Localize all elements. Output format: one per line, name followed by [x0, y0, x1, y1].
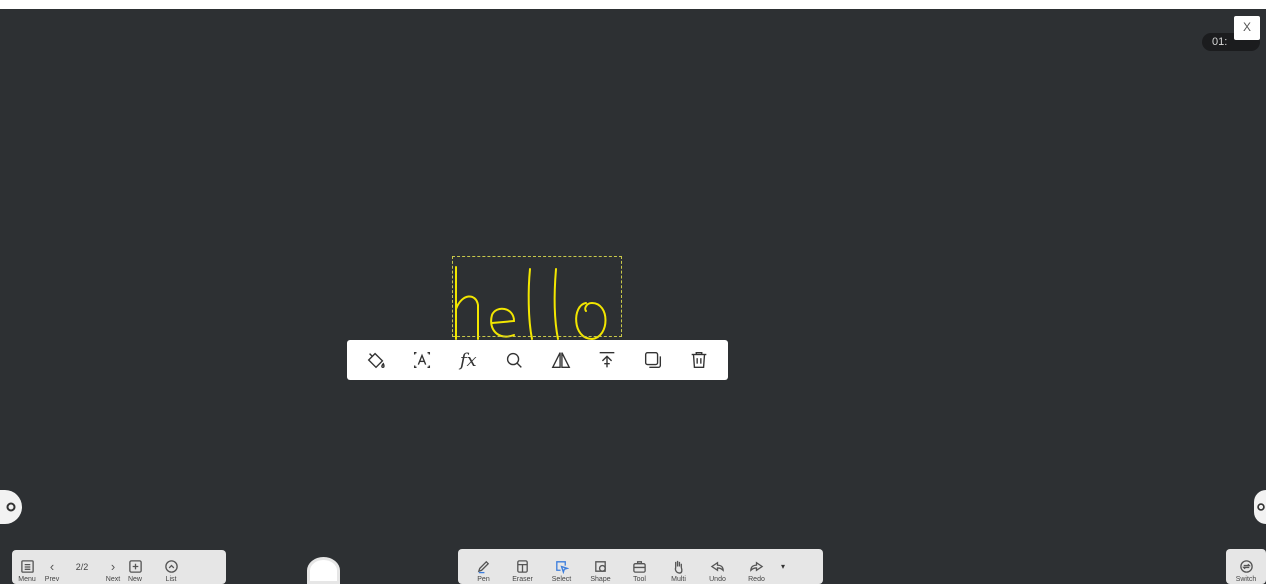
selection-box: [452, 256, 622, 337]
chevron-up-circle-icon: [164, 559, 178, 573]
new-page-button[interactable]: New: [124, 550, 146, 584]
mirror-icon[interactable]: [547, 346, 575, 374]
multi-label: Multi: [671, 576, 686, 583]
page-indicator: 2/2: [75, 562, 89, 572]
select-label: Select: [551, 576, 572, 583]
floating-circle-button[interactable]: [307, 557, 340, 584]
hand-icon: [674, 560, 683, 574]
multi-touch-button[interactable]: Multi: [659, 550, 698, 584]
page-navigation-panel: Menu ‹ Prev 2/2 › Next New List: [12, 550, 226, 584]
redo-icon: [750, 561, 764, 572]
chevron-right-icon: ›: [110, 558, 116, 574]
timer-text: 01:: [1212, 36, 1228, 48]
pen-icon: [477, 560, 490, 573]
undo-label: Undo: [709, 576, 726, 583]
redo-button[interactable]: Redo: [737, 550, 776, 584]
undo-icon: [710, 561, 724, 572]
eraser-icon: [517, 559, 528, 573]
bring-to-top-icon[interactable]: [593, 346, 621, 374]
list-button[interactable]: List: [146, 550, 196, 584]
shape-label: Shape: [590, 576, 611, 583]
formula-icon[interactable]: fx: [454, 346, 482, 374]
list-label: List: [165, 576, 177, 583]
main-toolbar: Pen Eraser Select Shape Tool Multi Undo …: [458, 549, 823, 584]
gear-icon: [1257, 503, 1265, 511]
prev-label: Prev: [44, 576, 60, 583]
redo-label: Redo: [748, 576, 765, 583]
select-cursor-icon: [556, 560, 569, 574]
duplicate-icon[interactable]: [639, 346, 667, 374]
gear-icon: [6, 502, 16, 512]
shape-tool-button[interactable]: Shape: [581, 550, 620, 584]
fill-bucket-icon[interactable]: [362, 346, 390, 374]
pen-label: Pen: [477, 576, 490, 583]
switch-panel: Switch: [1226, 549, 1266, 584]
right-settings-handle[interactable]: [1254, 490, 1266, 524]
toolbox-icon: [633, 560, 646, 573]
text-recognition-icon[interactable]: [408, 346, 436, 374]
selection-context-toolbar: fx: [347, 340, 728, 380]
undo-button[interactable]: Undo: [698, 550, 737, 584]
tool-label: Tool: [633, 576, 646, 583]
search-icon[interactable]: [500, 346, 528, 374]
trash-icon[interactable]: [685, 346, 713, 374]
new-label: New: [127, 576, 142, 583]
formula-label: fx: [459, 349, 477, 371]
pen-tool-button[interactable]: Pen: [464, 550, 503, 584]
prev-button[interactable]: ‹ Prev: [42, 550, 62, 584]
eraser-tool-button[interactable]: Eraser: [503, 550, 542, 584]
chevron-left-icon: ‹: [49, 558, 55, 574]
more-tools-dropdown[interactable]: ▾: [776, 549, 790, 584]
menu-button[interactable]: Menu: [12, 550, 42, 584]
menu-label: Menu: [18, 576, 36, 583]
close-button[interactable]: X: [1234, 16, 1260, 40]
switch-icon: [1239, 559, 1253, 573]
next-label: Next: [105, 576, 121, 583]
shape-icon: [595, 560, 606, 572]
switch-label: Switch: [1235, 576, 1257, 583]
whiteboard-canvas[interactable]: 01:: [0, 9, 1266, 584]
add-page-icon: [128, 559, 142, 573]
select-tool-button[interactable]: Select: [542, 550, 581, 584]
switch-button[interactable]: Switch: [1226, 550, 1266, 584]
tool-button[interactable]: Tool: [620, 550, 659, 584]
next-button[interactable]: › Next: [102, 550, 124, 584]
menu-icon: [20, 559, 34, 573]
eraser-label: Eraser: [512, 576, 533, 583]
